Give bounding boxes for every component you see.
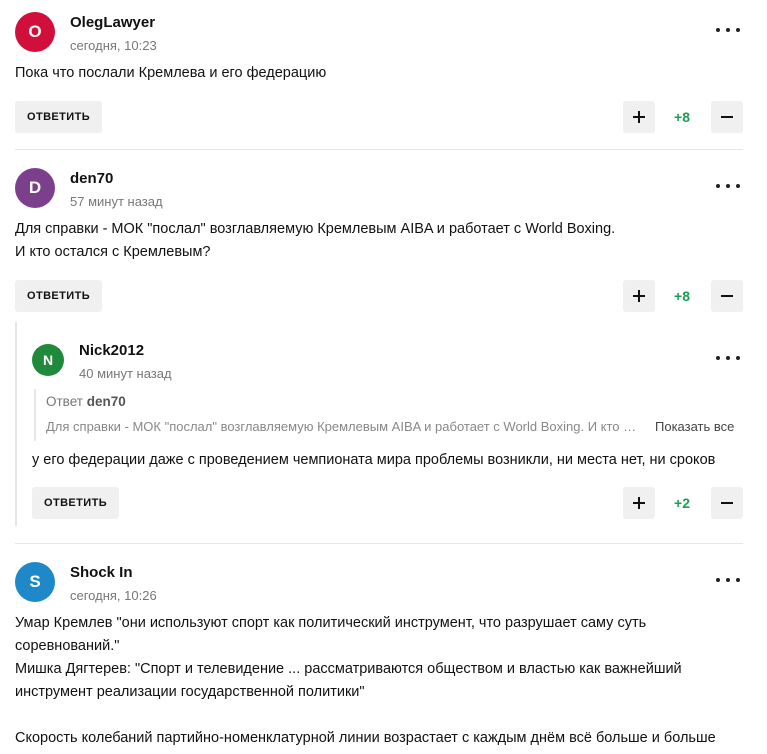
quote-prefix: Ответ: [46, 394, 83, 409]
thread-line: [15, 322, 17, 526]
reply-button[interactable]: ОТВЕТИТЬ: [15, 101, 103, 133]
upvote-button[interactable]: [623, 101, 655, 133]
plus-icon: [633, 290, 645, 302]
reply-button[interactable]: ОТВЕТИТЬ: [15, 280, 103, 312]
comment-score: +8: [674, 109, 690, 125]
comment-text: Умар Кремлев "они используют спорт как п…: [15, 615, 716, 746]
quote-line: [34, 389, 36, 441]
quote-text: Для справки - МОК "послал" возглавляемую…: [46, 419, 638, 434]
minus-icon: [721, 295, 733, 297]
avatar[interactable]: O: [15, 12, 55, 52]
comment-time: 40 минут назад: [79, 366, 172, 381]
divider: [15, 149, 743, 150]
comment-score: +2: [674, 495, 690, 511]
divider: [15, 543, 743, 544]
minus-icon: [721, 502, 733, 504]
comment-text: Для справки - МОК "послал" возглавляемую…: [15, 221, 616, 260]
upvote-button[interactable]: [623, 280, 655, 312]
downvote-button[interactable]: [711, 101, 743, 133]
comment-author[interactable]: Shock In: [70, 564, 133, 581]
upvote-button[interactable]: [623, 487, 655, 519]
avatar[interactable]: D: [15, 168, 55, 208]
show-all-link[interactable]: Показать все: [655, 419, 734, 434]
comment-author[interactable]: den70: [70, 170, 113, 187]
comment-time: 57 минут назад: [70, 194, 163, 209]
avatar[interactable]: S: [15, 562, 55, 602]
more-options-icon[interactable]: [716, 181, 740, 191]
quote-header: Ответ den70: [46, 394, 126, 409]
more-options-icon[interactable]: [716, 353, 740, 363]
downvote-button[interactable]: [711, 280, 743, 312]
reply-button[interactable]: ОТВЕТИТЬ: [32, 487, 120, 519]
plus-icon: [633, 497, 645, 509]
downvote-button[interactable]: [711, 487, 743, 519]
quote-author[interactable]: den70: [87, 394, 126, 409]
minus-icon: [721, 116, 733, 118]
comment-time: сегодня, 10:23: [70, 38, 157, 53]
plus-icon: [633, 111, 645, 123]
more-options-icon[interactable]: [716, 25, 740, 35]
comment-text: Пока что послали Кремлева и его федераци…: [15, 65, 327, 81]
comment-time: сегодня, 10:26: [70, 588, 157, 603]
comment-author[interactable]: OlegLawyer: [70, 14, 155, 31]
comment-score: +8: [674, 288, 690, 304]
comment-author[interactable]: Nick2012: [79, 342, 144, 359]
more-options-icon[interactable]: [716, 575, 740, 585]
avatar[interactable]: N: [32, 344, 64, 376]
comment-text: у его федерации даже с проведением чемпи…: [32, 452, 716, 468]
